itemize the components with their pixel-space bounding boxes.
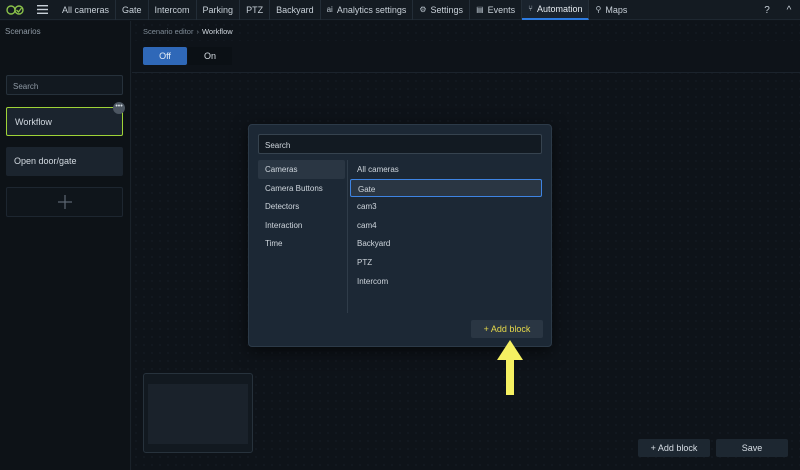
tab-label: Backyard [276, 4, 314, 15]
tab-intercom[interactable]: Intercom [149, 0, 197, 20]
breadcrumb-current: Workflow [201, 27, 233, 36]
automation-icon: ⑂ [528, 4, 533, 13]
highlight-arrow-icon [497, 340, 523, 395]
option-item-cam3[interactable]: cam3 [350, 197, 542, 216]
tab-label: Analytics settings [336, 4, 407, 15]
add-block-dialog: Search Cameras Camera Buttons Detectors … [248, 124, 552, 347]
tab-all-cameras[interactable]: All cameras [56, 0, 117, 20]
category-item-camera-buttons[interactable]: Camera Buttons [258, 179, 345, 198]
toggle-bar: Off On [132, 41, 800, 73]
events-icon: ▤ [476, 5, 484, 14]
map-icon: ⚲ [595, 5, 602, 14]
save-button[interactable]: Save [716, 439, 788, 457]
tab-maps[interactable]: ⚲ Maps [589, 0, 633, 20]
list-divider [347, 160, 348, 313]
scenarios-sidebar: Scenarios Search Workflow ••• Open door/… [0, 21, 131, 470]
tab-gate[interactable]: Gate [116, 0, 149, 20]
scenario-label: Workflow [15, 117, 52, 127]
tab-backyard[interactable]: Backyard [270, 0, 321, 20]
tab-label: Maps [605, 4, 628, 15]
tab-ptz[interactable]: PTZ [240, 0, 271, 20]
category-list: Cameras Camera Buttons Detectors Interac… [258, 160, 345, 313]
tab-label: Settings [430, 4, 464, 15]
tab-events[interactable]: ▤ Events [470, 0, 523, 20]
nav-tabs: All cameras Gate Intercom Parking PTZ Ba… [56, 0, 633, 20]
category-item-detectors[interactable]: Detectors [258, 197, 345, 216]
scenario-item-open-door-gate[interactable]: Open door/gate [6, 147, 123, 176]
gear-icon: ⚙ [419, 5, 427, 14]
breadcrumb-parent[interactable]: Scenario editor [143, 27, 193, 36]
add-scenario-button[interactable] [6, 187, 123, 217]
option-list: All cameras Gate cam3 cam4 Backyard PTZ … [350, 160, 542, 290]
option-item-ptz[interactable]: PTZ [350, 253, 542, 272]
breadcrumb-separator: › [196, 27, 199, 36]
scenario-search-input[interactable]: Search [6, 75, 123, 95]
toggle-off-button[interactable]: Off [143, 47, 187, 65]
tab-analytics-settings[interactable]: ai Analytics settings [321, 0, 414, 20]
tab-label: PTZ [246, 4, 264, 15]
option-item-intercom[interactable]: Intercom [350, 272, 542, 291]
tab-automation[interactable]: ⑂ Automation [522, 0, 590, 20]
tab-parking[interactable]: Parking [197, 0, 241, 20]
dialog-add-block-button[interactable]: + Add block [471, 320, 543, 338]
block-search-input[interactable]: Search [258, 134, 542, 154]
breadcrumb: Scenario editor › Workflow [143, 27, 233, 36]
minimap-preview[interactable] [143, 373, 253, 453]
tab-label: Automation [536, 3, 583, 14]
scenario-item-workflow[interactable]: Workflow ••• [6, 102, 125, 136]
category-item-cameras[interactable]: Cameras [258, 160, 345, 179]
tab-settings[interactable]: ⚙ Settings [413, 0, 471, 20]
toggle-on-button[interactable]: On [188, 47, 232, 65]
category-item-time[interactable]: Time [258, 234, 345, 253]
plus-icon [57, 195, 72, 209]
tab-label: All cameras [62, 4, 110, 15]
add-block-button[interactable]: + Add block [638, 439, 710, 457]
option-item-gate[interactable]: Gate [350, 178, 542, 198]
sidebar-title: Scenarios [5, 27, 41, 36]
category-item-interaction[interactable]: Interaction [258, 216, 345, 235]
analytics-icon: ai [326, 5, 333, 14]
option-item-cam4[interactable]: cam4 [350, 216, 542, 235]
tab-label: Gate [122, 4, 142, 15]
scenario-label: Open door/gate [14, 156, 77, 166]
help-icon[interactable]: ? [756, 0, 778, 20]
minimap-viewport [148, 384, 248, 444]
logo-icon[interactable] [4, 0, 26, 20]
tab-label: Events [487, 4, 516, 15]
tab-label: Intercom [154, 4, 190, 15]
option-item-backyard[interactable]: Backyard [350, 234, 542, 253]
top-right-controls: ? ^ [756, 0, 800, 20]
top-bar: All cameras Gate Intercom Parking PTZ Ba… [0, 0, 800, 20]
tab-label: Parking [202, 4, 234, 15]
hamburger-menu-icon[interactable] [32, 0, 52, 20]
collapse-icon[interactable]: ^ [778, 0, 800, 20]
more-options-icon[interactable]: ••• [113, 102, 125, 114]
option-item-all-cameras[interactable]: All cameras [350, 160, 542, 179]
